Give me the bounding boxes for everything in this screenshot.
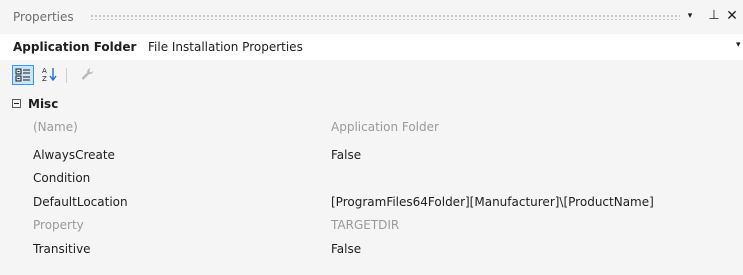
property-name: AlwaysCreate [33,148,115,162]
svg-text:Z: Z [42,75,47,82]
property-row-name[interactable]: (Name) Application Folder [0,116,743,139]
panel-titlebar[interactable]: Properties ▾ ⊥ ✕ [0,0,743,34]
property-value[interactable]: [ProgramFiles64Folder][Manufacturer]\[Pr… [331,195,654,209]
categorized-button[interactable] [12,65,34,85]
properties-panel: Properties ▾ ⊥ ✕ Application Folder File… [0,0,743,275]
property-row-property[interactable]: Property TARGETDIR [0,214,743,237]
property-value: TARGETDIR [331,218,400,232]
category-row-misc[interactable]: Misc [0,95,743,115]
pin-icon[interactable]: ⊥ [707,8,721,24]
object-selector-dropdown-icon[interactable]: ▾ [736,40,741,50]
property-pages-button[interactable] [78,65,100,85]
object-selector-type: File Installation Properties [148,40,303,54]
close-icon[interactable]: ✕ [725,8,739,24]
property-value: Application Folder [331,120,439,134]
property-value[interactable]: False [331,148,361,162]
collapse-icon[interactable] [12,99,21,108]
alphabetical-sort-icon: A Z [42,67,57,82]
title-drag-grip[interactable] [90,14,680,20]
property-row-defaultlocation[interactable]: DefaultLocation [ProgramFiles64Folder][M… [0,191,743,214]
object-selector[interactable]: Application Folder File Installation Pro… [0,34,743,60]
property-name: DefaultLocation [33,195,128,209]
categorized-icon [15,68,30,82]
toolbar-separator [66,68,67,83]
property-name: Transitive [33,242,91,256]
svg-text:A: A [42,67,47,75]
property-name: Condition [33,171,91,185]
property-name: (Name) [33,120,78,134]
property-name: Property [33,218,84,232]
window-position-dropdown-icon[interactable]: ▾ [683,8,697,24]
alphabetical-button[interactable]: A Z [39,65,61,85]
category-label: Misc [28,97,59,111]
panel-title: Properties [13,10,74,24]
property-row-condition[interactable]: Condition [0,167,743,190]
property-row-alwayscreate[interactable]: AlwaysCreate False [0,144,743,167]
property-value[interactable]: False [331,242,361,256]
property-row-transitive[interactable]: Transitive False [0,238,743,261]
wrench-icon [81,68,94,80]
properties-toolbar: A Z [0,60,743,90]
object-selector-name: Application Folder [13,40,137,54]
